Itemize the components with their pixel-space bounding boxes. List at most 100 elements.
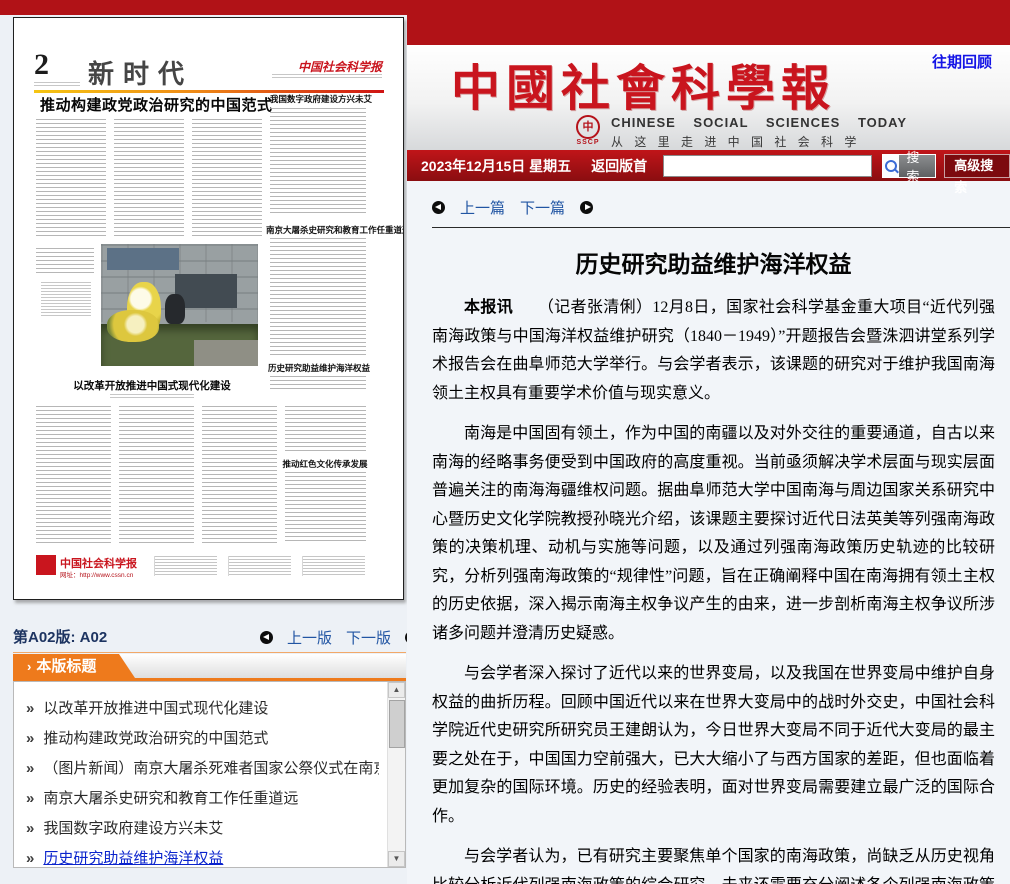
photo-caption	[41, 282, 91, 316]
paper-text-column	[36, 406, 111, 544]
magnifier-icon	[885, 160, 897, 172]
paper-text-column	[119, 406, 194, 544]
search-input[interactable]	[663, 155, 871, 177]
right-column: 往期回顾 中國社會科學報 中 SSCP CHINESE SOCIAL SCIEN…	[407, 0, 1010, 884]
item-arrow-icon: »	[26, 730, 34, 747]
top-red-strip	[0, 0, 407, 15]
headline-link[interactable]: 我国数字政府建设方兴未艾	[43, 820, 223, 837]
advanced-search-button[interactable]: 高级搜索	[944, 154, 1010, 178]
next-article-icon[interactable]	[580, 201, 593, 214]
paper-footer-info	[228, 556, 291, 576]
paper-text-column	[192, 119, 262, 237]
article-title: 历史研究助益维护海洋权益	[432, 245, 995, 279]
item-arrow-icon: »	[26, 820, 34, 837]
english-block: CHINESE SOCIAL SCIENCES TODAY 从 这 里 走 进 …	[611, 115, 907, 150]
prev-article-link[interactable]: 上一篇	[460, 197, 505, 218]
photo-flowers	[107, 310, 159, 342]
back-to-front-link[interactable]: 返回版首	[591, 156, 647, 176]
scroll-up-button[interactable]: ▲	[388, 682, 405, 698]
article-area: 上一篇 下一篇 历史研究助益维护海洋权益 本报讯 （记者张清俐）12月8日，国家…	[432, 181, 995, 884]
headline-list-item[interactable]: » 推动构建政党政治研究的中国范式	[26, 724, 379, 754]
item-arrow-icon: »	[26, 700, 34, 717]
paper-footer-info	[302, 556, 365, 576]
byline-label: 本报讯	[464, 299, 513, 316]
edition-nav: 上一版 下一版	[260, 627, 418, 648]
article-nav: 上一篇 下一篇	[432, 197, 995, 218]
paper-headline-ocean: 历史研究助益维护海洋权益	[268, 362, 368, 374]
paper-dateline	[34, 82, 80, 88]
paper-headline-digital: 我国数字政府建设方兴未艾	[270, 93, 366, 105]
edition-label: 第A02版: A02	[13, 629, 107, 646]
prev-edition-link[interactable]: 上一版	[287, 627, 332, 648]
scroll-down-button[interactable]: ▼	[388, 851, 405, 867]
paper-text-column	[36, 119, 106, 237]
paper-masthead-small: 中国社会科学报	[270, 58, 382, 75]
item-arrow-icon: »	[26, 790, 34, 807]
archive-link[interactable]: 往期回顾	[932, 51, 992, 72]
sscp-logo: 中 SSCP	[575, 115, 601, 146]
paper-text-column	[270, 376, 366, 390]
left-column: 2 新时代 中国社会科学报 推动构建政党政治研究的中国范式 我国数字政府建设方兴…	[0, 0, 407, 884]
headline-list-item[interactable]: » 南京大屠杀史研究和教育工作任重道远	[26, 784, 379, 814]
next-edition-link[interactable]: 下一版	[346, 627, 391, 648]
paper-footer-logo	[36, 555, 56, 575]
headline-list-item[interactable]: » （图片新闻）南京大屠杀死难者国家公祭仪式在南京举行	[26, 754, 379, 784]
headline-list-item[interactable]: » 我国数字政府建设方兴未艾	[26, 814, 379, 844]
site-tagline: 从 这 里 走 进 中 国 社 会 科 学	[611, 133, 907, 150]
headline-link[interactable]: （图片新闻）南京大屠杀死难者国家公祭仪式在南京举行	[43, 760, 379, 777]
prev-edition-icon[interactable]	[260, 631, 273, 644]
sscp-logo-text: SSCP	[575, 139, 601, 146]
page: 2 新时代 中国社会科学报 推动构建政党政治研究的中国范式 我国数字政府建设方兴…	[0, 0, 1010, 884]
paper-text-column	[114, 119, 184, 237]
article-paragraph-3: 与会学者深入探讨了近代以来的世界变局，以及我国在世界变局中维护自身权益的曲折历程…	[432, 660, 995, 831]
headline-link[interactable]: 南京大屠杀史研究和教育工作任重道远	[43, 790, 298, 807]
masthead-subrow: 中 SSCP CHINESE SOCIAL SCIENCES TODAY 从 这…	[575, 115, 907, 147]
search-button[interactable]: 搜索	[882, 154, 937, 178]
magnifier-box	[883, 155, 900, 177]
paper-headline-redculture: 推动红色文化传承发展	[282, 458, 368, 470]
photo-path	[194, 340, 258, 366]
paper-page-number: 2	[34, 48, 49, 82]
site-masthead: 中國社會科學報	[451, 49, 921, 120]
item-arrow-icon: »	[26, 760, 34, 777]
top-red-bar	[407, 0, 1010, 45]
paper-text-column	[202, 406, 277, 544]
item-arrow-icon: »	[26, 850, 34, 867]
search-button-label: 搜索	[899, 155, 935, 177]
paper-pubinfo	[272, 74, 382, 79]
paper-headline-reform: 以改革开放推进中国式现代化建设	[72, 378, 232, 393]
section-headlines-title: 本版标题	[36, 658, 96, 675]
paper-text-column	[36, 248, 94, 276]
article-paragraph-2: 南海是中国固有领土，作为中国的南疆以及对外交往的重要通道，自古以来南海的经略事务…	[432, 420, 995, 648]
memorial-photo	[101, 244, 258, 366]
scrollbar-thumb[interactable]	[389, 700, 405, 748]
sscp-logo-circle: 中	[576, 115, 600, 139]
date-text: 2023年12月15日 星期五	[421, 156, 571, 176]
prev-article-icon[interactable]	[432, 201, 445, 214]
newspaper-page-preview[interactable]: 2 新时代 中国社会科学报 推动构建政党政治研究的中国范式 我国数字政府建设方兴…	[13, 17, 404, 600]
paper-headline-nanjing: 南京大屠杀史研究和教育工作任重道远	[266, 224, 370, 236]
headline-list: » 以改革开放推进中国式现代化建设 » 推动构建政党政治研究的中国范式 » （图片新闻…	[13, 681, 406, 868]
edition-row: 第A02版: A02 上一版 下一版	[13, 626, 418, 646]
paper-footer-site: 网址：http://www.cssn.cn	[60, 569, 133, 579]
paper-text-column	[285, 406, 366, 454]
headline-link[interactable]: 历史研究助益维护海洋权益	[43, 850, 223, 867]
newspaper-page: 2 新时代 中国社会科学报 推动构建政党政治研究的中国范式 我国数字政府建设方兴…	[14, 18, 403, 599]
article-paragraph-4: 与会学者认为，已有研究主要聚焦单个国家的南海政策，尚缺乏从历史视角比较分析近代列…	[432, 843, 995, 884]
section-headlines-tab: › 本版标题	[13, 654, 119, 681]
article-paragraph-1: 本报讯 （记者张清俐）12月8日，国家社会科学基金重大项目“近代列强南海政策与中…	[432, 294, 995, 408]
next-article-link[interactable]: 下一篇	[520, 197, 565, 218]
english-name: CHINESE SOCIAL SCIENCES TODAY	[611, 115, 907, 130]
paper-text-column	[285, 472, 366, 544]
headline-link[interactable]: 推动构建政党政治研究的中国范式	[43, 730, 268, 747]
divider-line	[432, 227, 1010, 228]
paper-text-column	[270, 108, 366, 216]
list-scrollbar[interactable]: ▲ ▼	[387, 682, 405, 867]
headline-list-item[interactable]: » 以改革开放推进中国式现代化建设	[26, 694, 379, 724]
section-headlines-header: › 本版标题	[13, 652, 406, 681]
headline-link[interactable]: 以改革开放推进中国式现代化建设	[43, 700, 268, 717]
tab-arrow-icon: ›	[27, 659, 31, 674]
date-bar: 2023年12月15日 星期五 返回版首 搜索 高级搜索	[407, 150, 1010, 181]
headline-list-item-current[interactable]: » 历史研究助益维护海洋权益	[26, 844, 379, 868]
paper-byline	[110, 394, 194, 399]
